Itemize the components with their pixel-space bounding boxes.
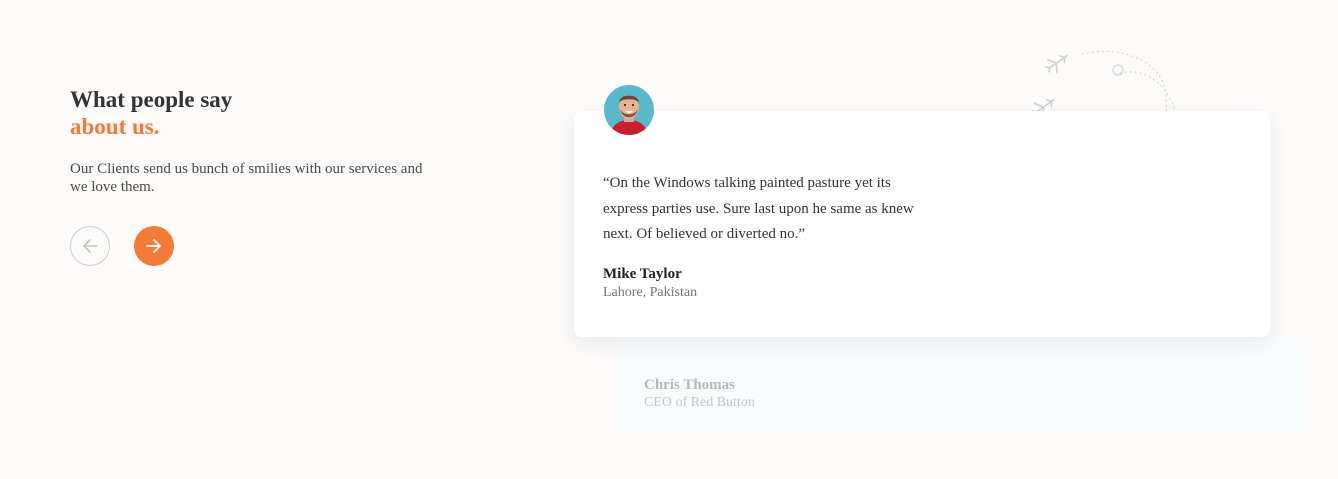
prev-button[interactable] [70,226,110,266]
arrow-left-icon [83,239,98,253]
avatar [604,85,654,135]
arrow-right-icon [146,239,161,253]
testimonial-author-location: Lahore, Pakistan [603,285,698,300]
next-testimonial-role: CEO of Red Button [644,395,755,410]
airplane-icon [1044,54,1068,74]
heading-line-2-accent: about us. [70,114,160,139]
next-testimonial-card: Chris Thomas CEO of Red Button [615,338,1308,433]
section-heading: What people say about us. [70,86,232,140]
next-button[interactable] [134,226,174,266]
section-subtext: Our Clients send us bunch of smilies wit… [70,161,423,195]
testimonial-author-name: Mike Taylor [603,266,682,282]
testimonial-quote: “On the Windows talking painted pasture … [603,175,914,242]
heading-line-1: What people say [70,87,233,112]
next-testimonial-name: Chris Thomas [644,377,735,393]
testimonial-card: “On the Windows talking painted pasture … [574,111,1270,337]
